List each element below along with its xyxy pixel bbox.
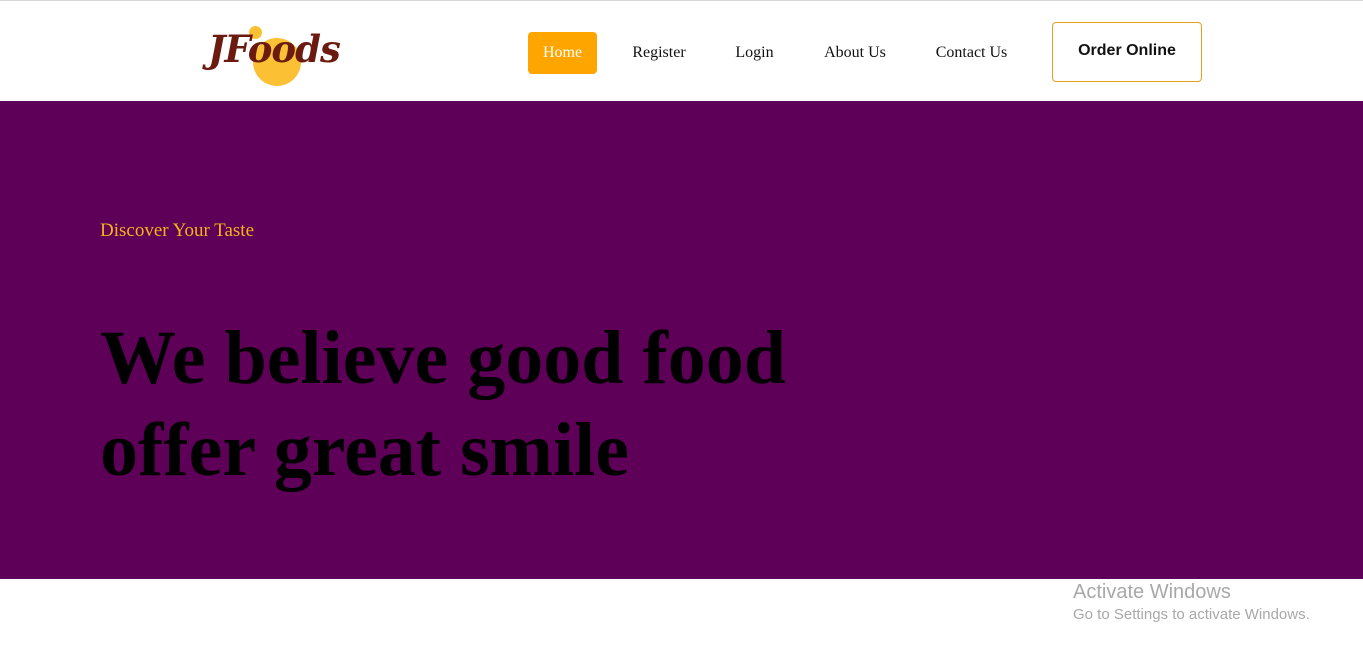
nav-home[interactable]: Home — [528, 32, 597, 74]
watermark-title: Activate Windows — [1073, 581, 1231, 603]
hero-headline: We believe good food offer great smile — [100, 312, 880, 496]
nav-login[interactable]: Login — [726, 32, 783, 74]
nav-contact-us[interactable]: Contact Us — [926, 32, 1017, 74]
hero-headline-line-2: offer great smile — [100, 408, 629, 492]
hero-section: Discover Your Taste We believe good food… — [0, 101, 1363, 579]
hero-tagline: Discover Your Taste — [100, 220, 255, 241]
jfoods-logo[interactable]: JFoods — [206, 23, 341, 87]
site-header: JFoods Home Register Login About Us Cont… — [0, 0, 1363, 101]
nav-register[interactable]: Register — [624, 32, 694, 74]
logo-wordmark: JFoods — [208, 27, 341, 71]
nav-about-us[interactable]: About Us — [815, 32, 895, 74]
page: JFoods Home Register Login About Us Cont… — [0, 0, 1363, 649]
hero-headline-line-1: We believe good food — [100, 316, 787, 400]
watermark-subtitle: Go to Settings to activate Windows. — [1073, 606, 1310, 623]
activate-windows-watermark: Activate Windows Go to Settings to activ… — [1073, 580, 1310, 626]
order-online-button[interactable]: Order Online — [1052, 22, 1202, 82]
